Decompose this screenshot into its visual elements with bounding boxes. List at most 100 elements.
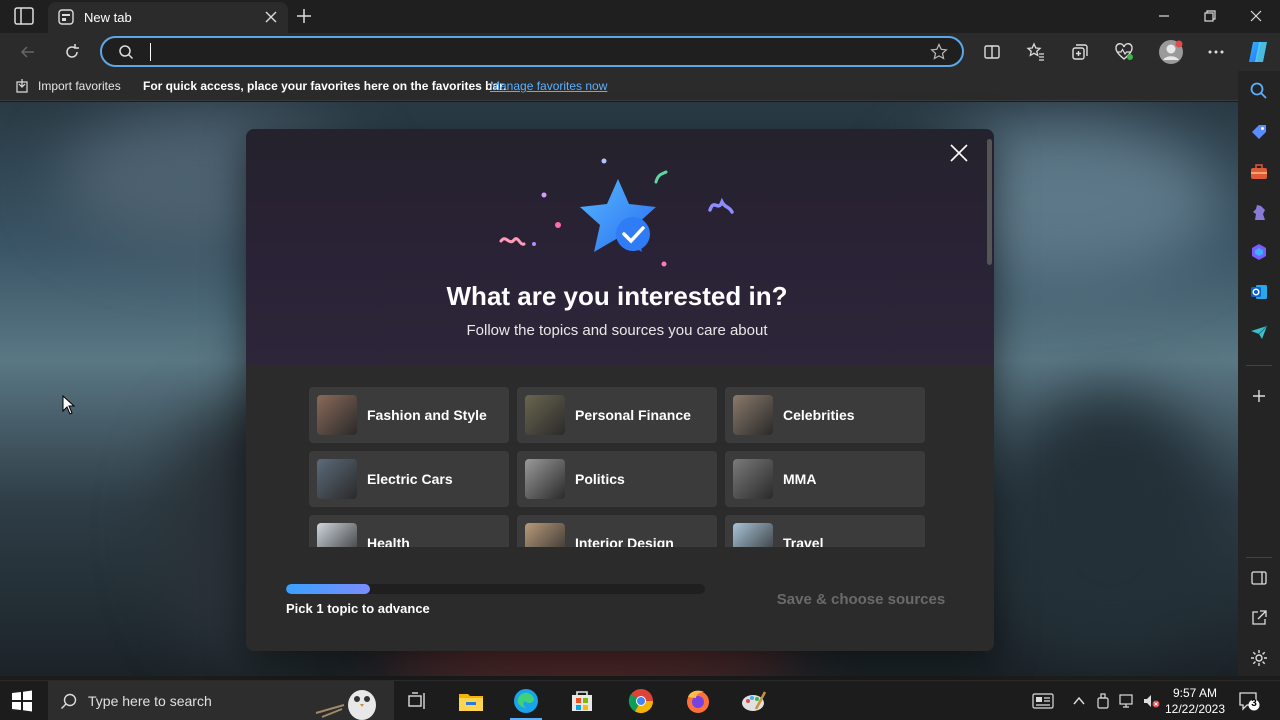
new-tab-button[interactable] — [294, 6, 314, 26]
topic-thumbnail — [317, 523, 357, 547]
minimize-icon[interactable] — [1154, 6, 1174, 26]
network-icon[interactable] — [1118, 692, 1136, 710]
games-icon[interactable] — [1249, 202, 1269, 222]
topic-thumbnail — [733, 459, 773, 499]
settings-gear-icon[interactable] — [1249, 648, 1269, 668]
topic-thumbnail — [317, 395, 357, 435]
paint-icon[interactable] — [740, 687, 768, 715]
topic-tile[interactable]: Travel — [725, 515, 925, 547]
microsoft-store-icon[interactable] — [568, 687, 596, 715]
windows-taskbar: Type here to search 9:57 AM 12/22/2023 3 — [0, 680, 1280, 720]
search-icon — [119, 45, 134, 60]
restore-icon[interactable] — [1200, 6, 1220, 26]
interests-dialog: What are you interested in? Follow the t… — [246, 129, 994, 651]
topic-label: Electric Cars — [367, 471, 453, 487]
favorites-icon[interactable] — [1026, 42, 1046, 62]
topic-tile[interactable]: Politics — [517, 451, 717, 507]
topic-tile[interactable]: Health — [309, 515, 509, 547]
back-icon[interactable] — [18, 42, 38, 62]
copilot-icon[interactable] — [1245, 39, 1271, 65]
dialog-title: What are you interested in? — [446, 281, 788, 311]
navigation-bar — [0, 33, 1280, 71]
sidebar-separator — [1246, 365, 1272, 366]
chevron-up-icon[interactable] — [1070, 692, 1088, 710]
mouse-cursor-icon — [62, 395, 76, 415]
sidebar-separator — [1246, 557, 1272, 558]
windows-start-icon[interactable] — [10, 689, 34, 713]
hide-sidebar-icon[interactable] — [1249, 568, 1269, 588]
tab-new-tab[interactable]: New tab — [48, 2, 288, 33]
dialog-subtitle: Follow the topics and sources you care a… — [466, 322, 768, 339]
topic-tile[interactable]: Personal Finance — [517, 387, 717, 443]
more-options-icon[interactable] — [1206, 42, 1226, 62]
import-favorites-label: Import favorites — [38, 79, 121, 93]
topic-label: Politics — [575, 471, 625, 487]
close-window-icon[interactable] — [1246, 6, 1266, 26]
manage-favorites-link[interactable]: Manage favorites now — [490, 79, 607, 93]
news-widget-icon[interactable] — [1032, 692, 1054, 710]
taskbar-search-box[interactable]: Type here to search — [48, 681, 394, 720]
favorites-bar: Import favorites For quick access, place… — [0, 71, 1280, 101]
topic-label: Celebrities — [783, 407, 855, 423]
sidebar-search-icon[interactable] — [1249, 81, 1269, 101]
topic-label: Health — [367, 535, 410, 547]
topic-label: MMA — [783, 471, 817, 487]
shopping-tag-icon[interactable] — [1249, 122, 1269, 142]
volume-muted-icon[interactable] — [1142, 692, 1160, 710]
import-favorites-button[interactable]: Import favorites — [14, 78, 121, 94]
file-explorer-icon[interactable] — [457, 687, 485, 715]
topic-thumbnail — [525, 395, 565, 435]
close-dialog-icon[interactable] — [948, 142, 970, 164]
usb-device-icon[interactable] — [1094, 692, 1112, 710]
background-blur — [1000, 392, 1220, 652]
favorite-star-icon[interactable] — [930, 43, 948, 61]
notification-count: 3 — [1251, 698, 1257, 709]
search-icon — [61, 693, 77, 709]
star-celebration-icon — [499, 158, 734, 267]
add-sidebar-app-icon[interactable] — [1249, 386, 1269, 406]
clock-date: 12/22/2023 — [1164, 702, 1226, 716]
topic-label: Travel — [783, 535, 824, 547]
refresh-icon[interactable] — [62, 42, 82, 62]
address-input[interactable] — [146, 42, 906, 62]
topic-label: Interior Design — [575, 535, 674, 547]
firefox-icon[interactable] — [684, 687, 712, 715]
tools-icon[interactable] — [1249, 162, 1269, 182]
taskbar-search-placeholder: Type here to search — [88, 693, 212, 709]
dialog-scrollbar[interactable] — [987, 139, 992, 265]
topic-tile[interactable]: Interior Design — [517, 515, 717, 547]
save-choose-sources-button[interactable]: Save & choose sources — [766, 587, 956, 613]
profile-avatar[interactable] — [1158, 39, 1184, 65]
edge-browser-icon[interactable] — [512, 687, 540, 715]
open-external-icon[interactable] — [1249, 608, 1269, 628]
outlook-icon[interactable] — [1249, 282, 1269, 302]
chrome-icon[interactable] — [627, 687, 655, 715]
topic-thumbnail — [733, 395, 773, 435]
progress-bar — [286, 584, 705, 594]
send-icon[interactable] — [1249, 322, 1269, 342]
text-caret — [150, 43, 151, 61]
favorites-hint: For quick access, place your favorites h… — [143, 79, 507, 93]
topic-tile[interactable]: Celebrities — [725, 387, 925, 443]
tab-title: New tab — [84, 10, 132, 25]
new-tab-page-icon — [58, 9, 74, 25]
browser-essentials-icon[interactable] — [1114, 42, 1134, 62]
topic-thumbnail — [733, 523, 773, 547]
task-view-icon[interactable] — [404, 687, 432, 715]
split-screen-icon[interactable] — [982, 42, 1002, 62]
progress-fill — [286, 584, 370, 594]
progress-text: Pick 1 topic to advance — [286, 601, 430, 616]
topic-tile[interactable]: MMA — [725, 451, 925, 507]
topic-label: Personal Finance — [575, 407, 691, 423]
topic-thumbnail — [525, 459, 565, 499]
topic-tile[interactable]: Electric Cars — [309, 451, 509, 507]
system-clock[interactable]: 9:57 AM 12/22/2023 — [1160, 685, 1230, 717]
address-bar[interactable] — [100, 36, 964, 67]
microsoft-365-icon[interactable] — [1249, 242, 1269, 262]
close-tab-icon[interactable] — [264, 10, 278, 24]
tab-actions-icon[interactable] — [14, 7, 34, 25]
collections-icon[interactable] — [1070, 42, 1090, 62]
right-sidebar — [1238, 71, 1280, 676]
import-icon — [16, 79, 28, 93]
topic-tile[interactable]: Fashion and Style — [309, 387, 509, 443]
